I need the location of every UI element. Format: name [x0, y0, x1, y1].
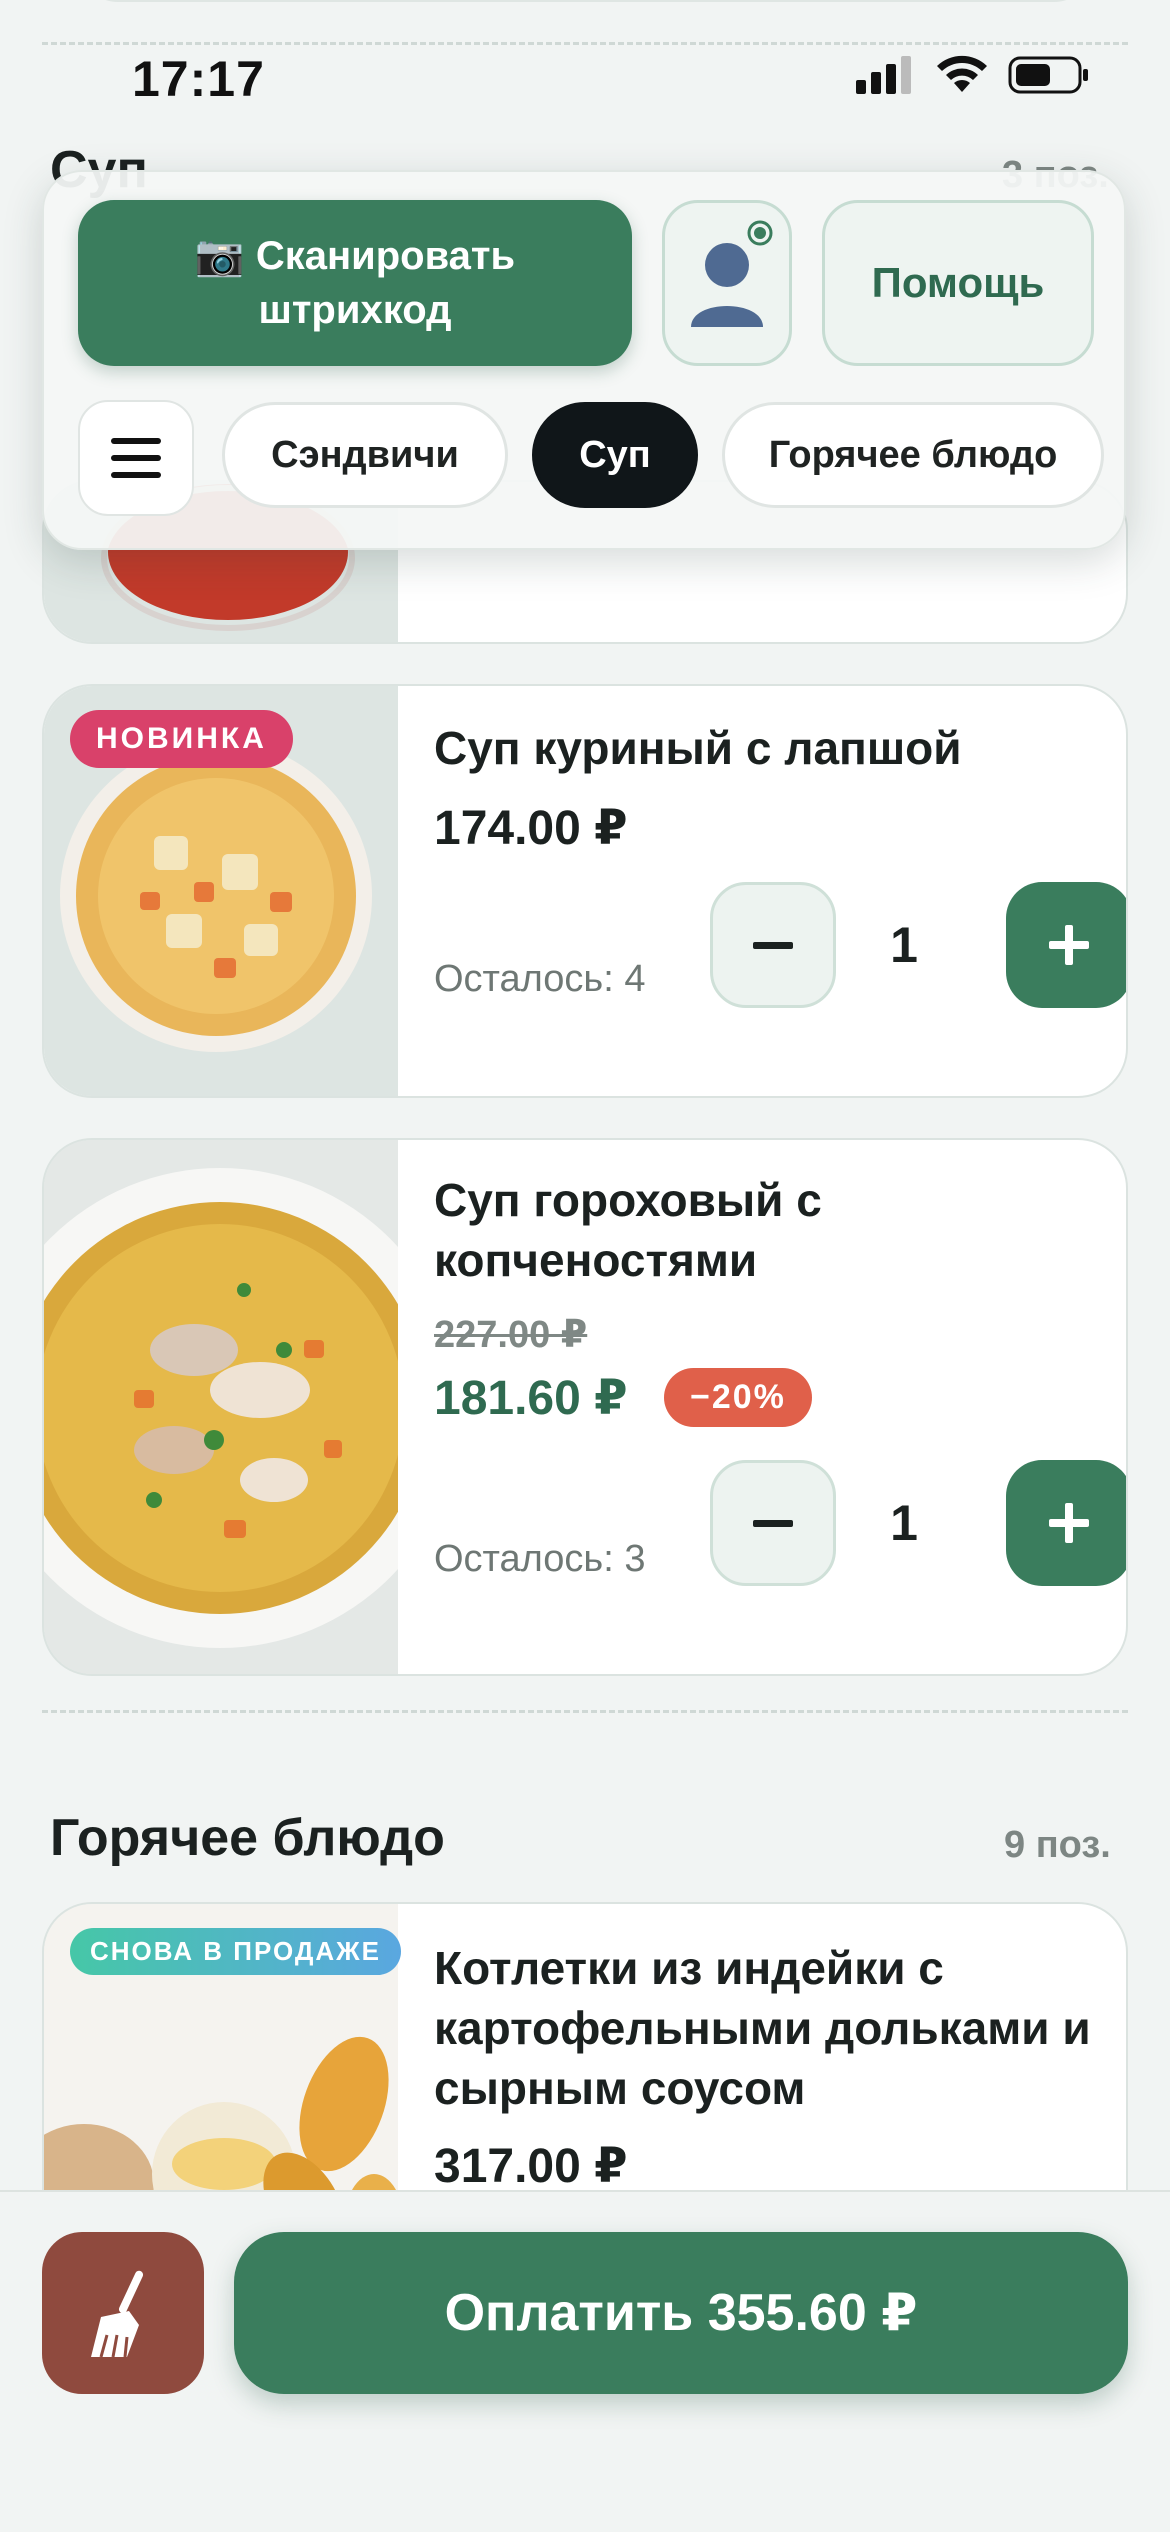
status-bar: 17:17	[0, 0, 1170, 150]
category-chip-soup[interactable]: Суп	[532, 402, 698, 508]
quantity-value: 1	[890, 1495, 918, 1551]
product-info: Суп гороховый с копченостями 227.00 ₽ 18…	[398, 1140, 1126, 1674]
help-button[interactable]: Помощь	[822, 200, 1094, 366]
minus-icon	[753, 941, 793, 949]
status-time: 17:17	[132, 51, 265, 107]
decrease-quantity-button[interactable]	[710, 1460, 836, 1586]
profile-button[interactable]	[662, 200, 792, 366]
battery-icon	[1008, 56, 1088, 94]
plus-icon	[1049, 925, 1089, 965]
section-title-hot-dish: Горячее блюдо	[50, 1809, 445, 1867]
wifi-icon	[937, 55, 987, 92]
product-price: 181.60 ₽	[434, 1372, 628, 1425]
section-count-hot-dish: 9 поз.	[1004, 1824, 1111, 1866]
user-avatar-icon	[691, 220, 773, 327]
product-stock: Осталось: 3	[434, 1538, 646, 1580]
product-name: Суп куриный с лапшой	[434, 722, 962, 774]
quantity-value: 1	[890, 917, 918, 973]
pay-button[interactable]: Оплатить 355.60 ₽	[234, 2232, 1128, 2394]
decrease-quantity-button[interactable]	[710, 882, 836, 1008]
product-info: Суп куриный с лапшой 174.00 ₽ Осталось: …	[398, 686, 1126, 1096]
clear-cart-button[interactable]	[42, 2232, 204, 2394]
product-image	[44, 1140, 460, 1674]
product-card[interactable]: НОВИНКА Суп куриный с лапшой 174.00 ₽ Ос…	[42, 684, 1128, 1098]
product-name: Суп гороховый с копченостями	[434, 1174, 822, 1286]
product-price: 317.00 ₽	[434, 2140, 628, 2193]
cellular-signal-icon	[856, 56, 911, 94]
product-card[interactable]: Суп гороховый с копченостями 227.00 ₽ 18…	[42, 1138, 1128, 1676]
previous-card-edge	[78, 0, 1094, 2]
scan-barcode-button[interactable]: 📷 Сканировать штрихкод	[78, 200, 632, 366]
increase-quantity-button[interactable]	[1006, 1460, 1126, 1586]
new-badge: НОВИНКА	[70, 710, 293, 768]
floating-toolbar: 📷 Сканировать штрихкод Помощь Сэндвичи С…	[42, 170, 1126, 550]
menu-button[interactable]	[78, 400, 194, 516]
back-in-stock-badge: СНОВА В ПРОДАЖЕ	[70, 1928, 401, 1975]
product-stock: Осталось: 4	[434, 958, 646, 1000]
category-chip-sandwiches[interactable]: Сэндвичи	[222, 402, 508, 508]
increase-quantity-button[interactable]	[1006, 882, 1126, 1008]
hamburger-menu-icon	[111, 438, 161, 478]
section-divider	[42, 42, 1128, 45]
plus-icon	[1049, 1503, 1089, 1543]
product-old-price: 227.00 ₽	[434, 1314, 588, 1356]
category-chip-hot-dish[interactable]: Горячее блюдо	[722, 402, 1104, 508]
discount-badge: −20%	[664, 1368, 812, 1427]
product-name: Котлетки из индейки с картофельными доль…	[434, 1942, 1091, 2114]
section-divider	[42, 1710, 1128, 1713]
product-price: 174.00 ₽	[434, 802, 628, 855]
broom-icon	[91, 2270, 144, 2358]
minus-icon	[753, 1519, 793, 1527]
bottom-bar: Оплатить 355.60 ₽	[0, 2190, 1170, 2532]
